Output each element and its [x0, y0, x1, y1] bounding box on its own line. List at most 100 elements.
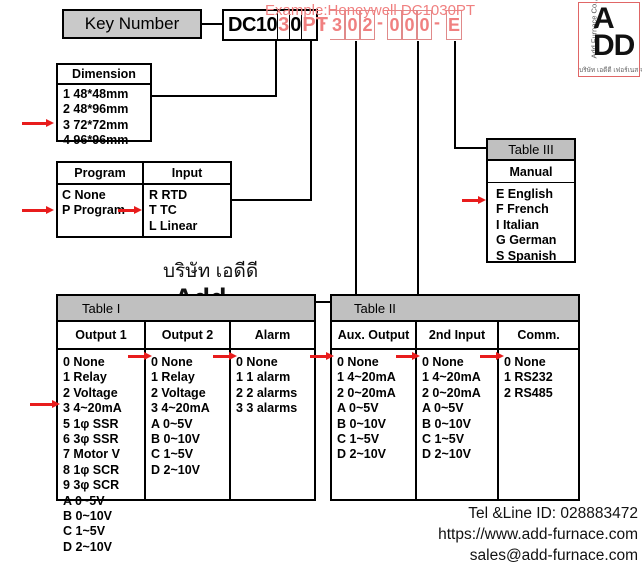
- table1-option[interactable]: 6 3φ SSR: [63, 432, 144, 447]
- table1-option[interactable]: A 0~5V: [63, 494, 144, 509]
- logo-letters-dd: DD: [593, 29, 635, 62]
- input-option[interactable]: R RTD: [149, 188, 230, 203]
- table2-option-selected[interactable]: 0 None: [504, 355, 578, 370]
- table1-option[interactable]: B 0~10V: [63, 509, 144, 524]
- selection-arrow-table3: [462, 196, 486, 204]
- line-dim-h: [152, 95, 277, 97]
- table3-option-selected[interactable]: E English: [496, 187, 574, 202]
- table2-col-header-aux-output: Aux. Output: [332, 322, 417, 348]
- table2-option[interactable]: 1 4~20mA: [422, 370, 497, 385]
- dimension-option-selected[interactable]: 3 72*72mm: [63, 118, 150, 133]
- input-option[interactable]: L Linear: [149, 219, 230, 234]
- table1-options-alarm: 0 None 1 1 alarm 2 2 alarms 3 3 alarms: [231, 350, 314, 499]
- table1-title: Table I: [58, 296, 314, 322]
- selection-arrow-program: [22, 206, 54, 214]
- table1-option-selected[interactable]: 0 None: [236, 355, 314, 370]
- table2-option[interactable]: 2 0~20mA: [422, 386, 497, 401]
- table1-option-selected[interactable]: 3 4~20mA: [63, 401, 144, 416]
- table1-option[interactable]: 1 Relay: [63, 370, 144, 385]
- table2-option[interactable]: C 1~5V: [422, 432, 497, 447]
- table1-options-output2: 0 None 1 Relay 2 Voltage 3 4~20mA A 0~5V…: [146, 350, 231, 499]
- table2-title: Table II: [332, 296, 578, 322]
- table1-option[interactable]: 5 1φ SSR: [63, 417, 144, 432]
- table1-option[interactable]: C 1~5V: [151, 447, 229, 462]
- table3-title: Table III: [488, 140, 574, 161]
- line-pt-v: [310, 41, 312, 201]
- contact-tel: Tel &Line ID: 028883472: [468, 505, 638, 522]
- line-table2-v: [417, 41, 419, 301]
- table1-option[interactable]: D 2~10V: [151, 463, 229, 478]
- line-label-to-code: [202, 23, 224, 25]
- table2-option[interactable]: 1 4~20mA: [337, 370, 415, 385]
- table1-option[interactable]: 2 Voltage: [151, 386, 229, 401]
- table2-box: Table II Aux. Output 2nd Input Comm. 0 N…: [330, 294, 580, 501]
- table3-option[interactable]: G German: [496, 233, 574, 248]
- key-number-label: Key Number: [62, 9, 202, 39]
- table3-options: E English F French I Italian G German S …: [488, 183, 574, 264]
- table1-option[interactable]: 3 3 alarms: [236, 401, 314, 416]
- program-option[interactable]: C None: [62, 188, 142, 203]
- dimension-title: Dimension: [58, 65, 150, 85]
- logo-thai-caption: บริษัท เอดีดี เฟอร์เนส จำกัด: [579, 67, 642, 74]
- table2-option[interactable]: 2 RS485: [504, 386, 578, 401]
- table2-option[interactable]: D 2~10V: [337, 447, 415, 462]
- table2-col-header-2nd-input: 2nd Input: [417, 322, 499, 348]
- dimension-option[interactable]: 2 48*96mm: [63, 102, 150, 117]
- table2-option[interactable]: B 0~10V: [337, 417, 415, 432]
- table1-option[interactable]: C 1~5V: [63, 524, 144, 539]
- table2-option[interactable]: A 0~5V: [337, 401, 415, 416]
- logo-letters: A DD: [593, 2, 635, 62]
- line-table3-v: [454, 41, 456, 149]
- table2-option[interactable]: C 1~5V: [337, 432, 415, 447]
- program-input-box: Program Input C None P Program R RTD T T…: [56, 161, 232, 238]
- dimension-options: 1 48*48mm 2 48*96mm 3 72*72mm 4 96*96mm: [58, 85, 150, 149]
- table3-box: Table III Manual E English F French I It…: [486, 138, 576, 263]
- table1-option[interactable]: 3 4~20mA: [151, 401, 229, 416]
- table2-col-header-comm: Comm.: [517, 328, 560, 342]
- table1-option[interactable]: B 0~10V: [151, 432, 229, 447]
- table3-option[interactable]: S Spanish: [496, 249, 574, 264]
- table2-option[interactable]: 1 RS232: [504, 370, 578, 385]
- selection-arrow-table1-output1: [30, 400, 60, 408]
- line-table1-v: [355, 41, 357, 303]
- table3-option[interactable]: F French: [496, 202, 574, 217]
- thai-watermark: บริษัท เอดีดี: [160, 256, 262, 286]
- contact-website[interactable]: https://www.add-furnace.com: [438, 524, 638, 545]
- dimension-option[interactable]: 4 96*96mm: [63, 133, 150, 148]
- table3-option[interactable]: I Italian: [496, 218, 574, 233]
- dimension-box: Dimension 1 48*48mm 2 48*96mm 3 72*72mm …: [56, 63, 152, 147]
- table1-options-output1: 0 None 1 Relay 2 Voltage 3 4~20mA 5 1φ S…: [58, 350, 146, 554]
- line-table3-h: [454, 147, 486, 149]
- table1-box: Table I Output 1 Output 2 Alarm 0 None 1…: [56, 294, 316, 554]
- table2-options-comm: 0 None 1 RS232 2 RS485: [499, 350, 578, 499]
- contact-info: Tel &Line ID: 028883472 https://www.add-…: [438, 503, 638, 566]
- table1-option[interactable]: D 2~10V: [63, 540, 144, 555]
- table2-option[interactable]: D 2~10V: [422, 447, 497, 462]
- table2-options-2nd-input: 0 None 1 4~20mA 2 0~20mA A 0~5V B 0~10V …: [417, 350, 499, 499]
- selection-arrow-table2-aux-output: [310, 352, 334, 360]
- table2-option[interactable]: B 0~10V: [422, 417, 497, 432]
- company-logo: Add Furnace Co.,Ltd A DD บริษัท เอดีดี เ…: [578, 0, 642, 77]
- line-pt-h: [232, 199, 312, 201]
- table1-option[interactable]: 2 Voltage: [63, 386, 144, 401]
- table1-option[interactable]: 2 2 alarms: [236, 386, 314, 401]
- line-dim-v: [275, 41, 277, 97]
- selection-arrow-input: [118, 206, 142, 214]
- example-note: Example:Honeywell DC1030PT: [265, 2, 476, 19]
- table1-option[interactable]: 1 Relay: [151, 370, 229, 385]
- table2-option[interactable]: A 0~5V: [422, 401, 497, 416]
- table1-option[interactable]: 1 1 alarm: [236, 370, 314, 385]
- table3-column-header: Manual: [488, 161, 574, 183]
- program-title: Program: [58, 163, 144, 183]
- table1-option[interactable]: A 0~5V: [151, 417, 229, 432]
- table1-option[interactable]: 8 1φ SCR: [63, 463, 144, 478]
- table1-option[interactable]: 9 3φ SCR: [63, 478, 144, 493]
- table1-option[interactable]: 7 Motor V: [63, 447, 144, 462]
- logo-letter-a: A: [593, 2, 615, 35]
- dimension-option[interactable]: 1 48*48mm: [63, 87, 150, 102]
- contact-email[interactable]: sales@add-furnace.com: [438, 545, 638, 566]
- table2-option[interactable]: 2 0~20mA: [337, 386, 415, 401]
- selection-arrow-table1-output2: [128, 352, 152, 360]
- selection-arrow-dimension: [22, 119, 54, 127]
- input-option-selected[interactable]: T TC: [149, 203, 230, 218]
